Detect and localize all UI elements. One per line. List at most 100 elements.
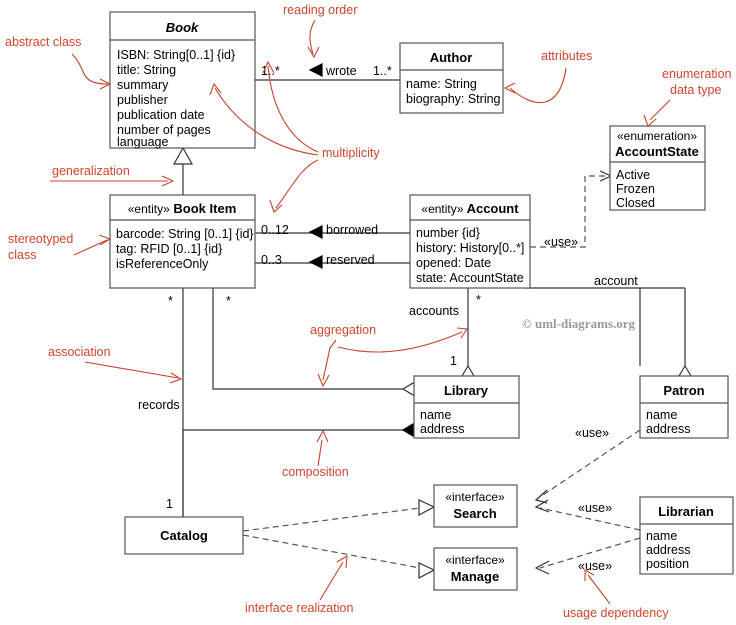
class-author-name: Author — [430, 50, 473, 65]
label-records-role: records — [138, 398, 180, 412]
class-book[interactable]: Book ISBN: String[0..1] {id} title: Stri… — [109, 11, 256, 149]
class-librarian-attr-2: position — [646, 557, 689, 571]
annotation-enumeration-leader — [649, 99, 671, 121]
class-patron-name: Patron — [663, 383, 704, 398]
class-library-attr-1: address — [420, 422, 464, 436]
class-catalog-name: Catalog — [160, 528, 208, 543]
class-accountstate-stereotype: «enumeration» — [617, 129, 697, 143]
annotation-generalization: generalization — [52, 164, 130, 178]
label-accounts-role: accounts — [409, 304, 459, 318]
class-account-name: Account — [467, 201, 520, 216]
edge-catalog-manage-realization — [242, 534, 421, 569]
label-book-author-right-mult: 1..* — [373, 64, 392, 78]
class-manage[interactable]: «interface» Manage — [433, 547, 518, 591]
annotation-interface-realization-leader — [319, 561, 344, 601]
class-librarian-attr-0: name — [646, 529, 677, 543]
class-book-name: Book — [166, 20, 199, 35]
annotation-usage-dependency-leader — [587, 574, 611, 605]
label-library-accounts-mult: 1 — [450, 354, 457, 368]
annotation-multiplicity-leader-1 — [267, 65, 319, 153]
class-account-attr-1: history: History[0..*] — [416, 241, 524, 255]
generalization-triangle-icon — [172, 146, 194, 165]
class-bookitem-stereotype: «entity» — [128, 202, 170, 216]
class-patron-attr-1: address — [646, 422, 690, 436]
class-patron-attr-0: name — [646, 408, 677, 422]
class-search[interactable]: «interface» Search — [433, 484, 518, 528]
annotation-reading-order-leader — [309, 19, 316, 55]
annotation-association-leader — [84, 361, 179, 379]
class-library-attr-0: name — [420, 408, 451, 422]
class-account-attr-2: opened: Date — [416, 256, 491, 270]
class-author[interactable]: Author name: String biography: String — [399, 42, 504, 114]
annotation-enumeration-1: enumeration — [662, 67, 732, 81]
annotation-composition-leader — [317, 439, 323, 467]
annotation-stereotyped-leader — [73, 239, 108, 256]
class-patron[interactable]: Patron name address — [639, 375, 729, 439]
class-manage-stereotype: «interface» — [445, 553, 505, 567]
class-book-attr-3: publisher — [117, 93, 168, 107]
class-accountstate-attr-0: Active — [616, 168, 650, 182]
class-book-attr-2: summary — [117, 78, 169, 92]
class-accountstate[interactable]: «enumeration» AccountState Active Frozen… — [609, 125, 706, 211]
annotation-aggregation: aggregation — [310, 323, 376, 337]
annotation-abstract-class-leader — [71, 53, 109, 85]
uml-class-diagram: Book ISBN: String[0..1] {id} title: Stri… — [0, 0, 736, 625]
realization-triangle-search-icon — [418, 499, 436, 516]
class-account-stereotype: «entity» — [421, 202, 463, 216]
label-account-role: account — [594, 274, 638, 288]
class-book-attr-0: ISBN: String[0..1] {id} — [117, 48, 235, 62]
label-reserved: reserved — [326, 253, 375, 267]
class-bookitem-header: «entity» Book Item — [128, 201, 237, 216]
reading-direction-wrote-icon — [308, 63, 323, 77]
diagram-canvas: Book ISBN: String[0..1] {id} title: Stri… — [5, 3, 734, 620]
class-book-attr-1: title: String — [117, 63, 176, 77]
class-book-attr-6: language — [117, 135, 168, 149]
annotation-multiplicity-leader-3 — [275, 159, 319, 209]
annotation-association: association — [48, 345, 111, 359]
annotation-abstract-class: abstract class — [5, 35, 81, 49]
class-bookitem[interactable]: «entity» Book Item barcode: String [0..1… — [109, 194, 256, 289]
class-manage-name: Manage — [451, 569, 499, 584]
label-wrote: wrote — [325, 64, 357, 78]
edge-patron-search-use — [539, 429, 641, 498]
annotation-stereotyped-2: class — [8, 248, 36, 262]
label-use-librarian-manage: «use» — [578, 559, 612, 573]
class-catalog[interactable]: Catalog — [124, 516, 244, 555]
reading-direction-borrowed-icon — [308, 225, 323, 239]
label-catalog-mult: 1 — [166, 497, 173, 511]
class-librarian-name: Librarian — [658, 504, 714, 519]
annotation-reading-order-arrow-icon — [307, 46, 320, 59]
class-bookitem-name: Book Item — [173, 201, 236, 216]
class-librarian[interactable]: Librarian name address position — [639, 496, 734, 575]
annotation-stereotyped-1: stereotyped — [8, 232, 73, 246]
copyright-notice: © uml-diagrams.org — [522, 316, 635, 331]
class-librarian-attr-1: address — [646, 543, 690, 557]
label-use-accountstate: «use» — [544, 235, 578, 249]
class-search-name: Search — [453, 506, 496, 521]
label-bookitem-catalog-mult: * — [168, 294, 173, 308]
label-bookitem-library-mult: * — [226, 294, 231, 308]
label-borrowed: borrowed — [326, 223, 378, 237]
edge-catalog-search-realization — [242, 507, 421, 532]
reading-direction-reserved-icon — [308, 255, 323, 269]
class-library[interactable]: Library name address — [413, 375, 520, 439]
class-author-attr-1: biography: String — [406, 92, 501, 106]
class-account-attr-3: state: AccountState — [416, 271, 524, 285]
annotation-interface-realization: interface realization — [245, 601, 353, 615]
annotation-multiplicity: multiplicity — [322, 146, 380, 160]
realization-triangle-manage-icon — [418, 562, 436, 579]
annotation-composition: composition — [282, 465, 349, 479]
class-accountstate-attr-2: Closed — [616, 196, 655, 210]
class-accountstate-name: AccountState — [615, 144, 699, 159]
annotation-reading-order: reading order — [283, 3, 357, 17]
label-borrowed-mult: 0..12 — [261, 223, 289, 237]
class-account-attr-0: number {id} — [416, 226, 480, 240]
class-book-attr-4: publication date — [117, 108, 205, 122]
edge-bookitem-library-aggregation — [212, 288, 403, 390]
annotation-stereotyped-arrow-icon — [98, 234, 112, 246]
annotation-aggregation-leader-1 — [322, 339, 337, 381]
label-reserved-mult: 0..3 — [261, 253, 282, 267]
class-account[interactable]: «entity» Account number {id} history: Hi… — [409, 194, 531, 289]
label-use-librarian-search: «use» — [578, 501, 612, 515]
class-accountstate-attr-1: Frozen — [616, 182, 655, 196]
